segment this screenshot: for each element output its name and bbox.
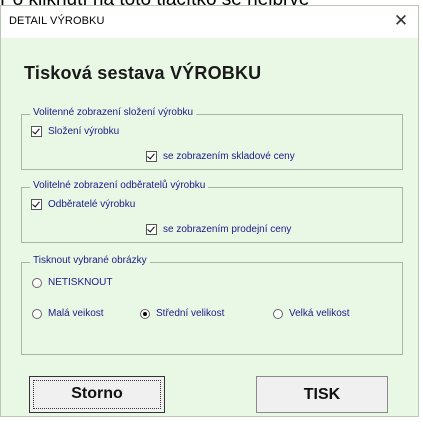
composition-checkbox[interactable]: Složení výrobku xyxy=(31,126,119,137)
checkbox-checked-icon xyxy=(31,199,42,210)
customers-price-checkbox-label: se zobrazením prodejní ceny xyxy=(163,224,292,235)
radio-medium-size-label: Střední velikost xyxy=(156,308,225,319)
images-group-legend: Tisknout vybrané obrázky xyxy=(30,255,150,266)
print-button[interactable]: TISK xyxy=(256,376,388,413)
customers-group-legend: Volitelné zobrazení odběratelů výrobku xyxy=(30,180,209,191)
radio-off-icon xyxy=(32,308,42,319)
composition-price-checkbox-label: se zobrazením skladové ceny xyxy=(163,151,295,162)
radio-small-size[interactable]: Malá veikost xyxy=(32,308,104,319)
close-icon[interactable]: ✕ xyxy=(390,10,412,32)
checkbox-checked-icon xyxy=(146,224,157,235)
images-group: Tisknout vybrané obrázky NETISKNOUT Malá… xyxy=(21,255,403,355)
customers-checkbox[interactable]: Odběratelé výrobku xyxy=(31,199,135,210)
composition-group: Volitenné zobrazení složení výrobku Slož… xyxy=(21,107,403,170)
radio-large-size-label: Velká velikost xyxy=(289,308,350,319)
title-bar: DETAIL VÝROBKU ✕ xyxy=(1,6,418,38)
checkbox-checked-icon xyxy=(31,126,42,137)
customers-group: Volitelné zobrazení odběratelů výrobku O… xyxy=(21,180,403,243)
radio-on-icon xyxy=(140,308,150,319)
composition-group-legend: Volitenné zobrazení složení výrobku xyxy=(30,107,197,118)
customers-price-checkbox[interactable]: se zobrazením prodejní ceny xyxy=(146,224,291,235)
page-title: Tisková sestava VÝROBKU xyxy=(24,63,262,83)
cancel-button[interactable]: Storno xyxy=(29,376,165,413)
customers-checkbox-label: Odběratelé výrobku xyxy=(48,199,136,210)
radio-large-size[interactable]: Velká velikost xyxy=(273,308,350,319)
radio-off-icon xyxy=(273,308,283,319)
detail-dialog: DETAIL VÝROBKU ✕ Tisková sestava VÝROBKU… xyxy=(0,5,419,417)
radio-netisknout-label: NETISKNOUT xyxy=(48,277,113,288)
radio-off-icon xyxy=(32,277,42,288)
radio-netisknout[interactable]: NETISKNOUT xyxy=(32,277,112,288)
radio-medium-size[interactable]: Střední velikost xyxy=(140,308,224,319)
window-title: DETAIL VÝROBKU xyxy=(9,15,105,27)
composition-price-checkbox[interactable]: se zobrazením skladové ceny xyxy=(146,151,295,162)
composition-checkbox-label: Složení výrobku xyxy=(48,126,120,137)
radio-small-size-label: Malá veikost xyxy=(48,308,104,319)
checkbox-checked-icon xyxy=(146,151,157,162)
